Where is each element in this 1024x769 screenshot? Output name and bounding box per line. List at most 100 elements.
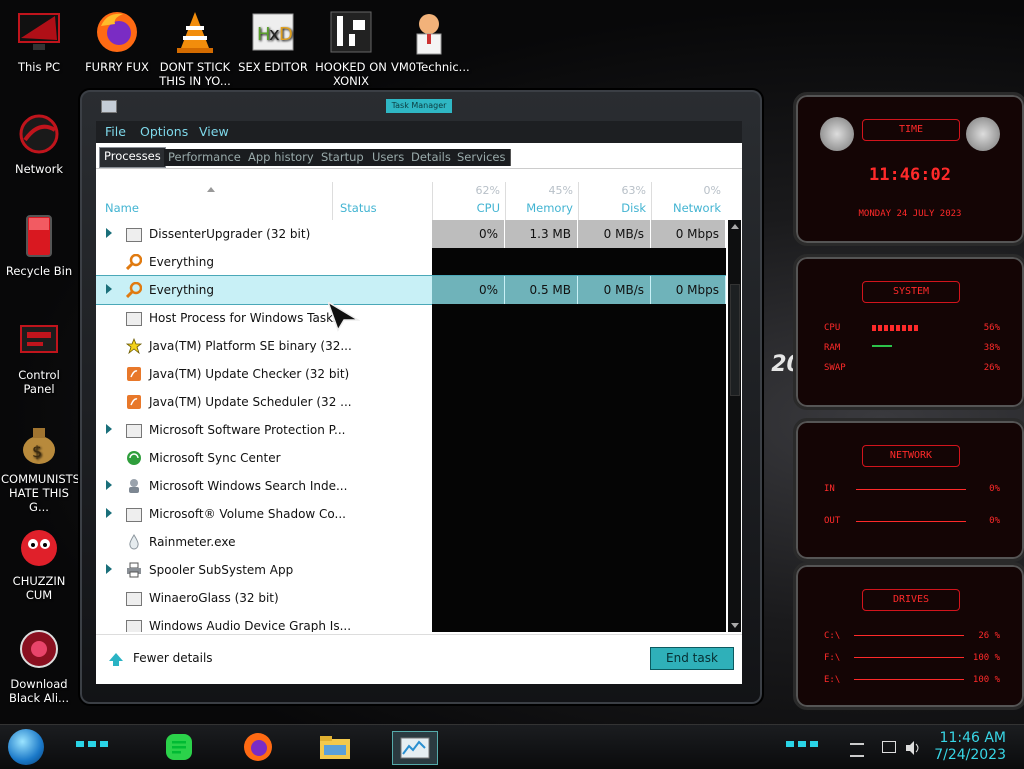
- java-update-icon: [126, 366, 142, 382]
- out-label: OUT: [824, 516, 841, 526]
- fewer-details-icon[interactable]: [108, 651, 124, 671]
- show-desktop-icon[interactable]: [850, 743, 864, 757]
- ram-bar: [872, 345, 892, 347]
- tab-users[interactable]: Users: [368, 149, 410, 166]
- svg-text:$: $: [32, 442, 42, 461]
- table-row[interactable]: Windows Audio Device Graph Is...: [96, 612, 726, 632]
- tab-startup[interactable]: Startup: [317, 149, 369, 166]
- money-bag-icon: $: [15, 420, 63, 468]
- volume-tray-icon[interactable]: [905, 740, 921, 759]
- cyan-lights-decoration: [786, 741, 822, 747]
- cpu-label: CPU: [824, 323, 841, 333]
- tab-details[interactable]: Details: [407, 149, 456, 166]
- table-row[interactable]: Everything: [96, 248, 726, 276]
- tab-services[interactable]: Services: [453, 149, 511, 166]
- table-row[interactable]: Microsoft Sync Center: [96, 444, 726, 472]
- chuzzle-icon: [15, 522, 63, 570]
- search-indexer-icon: [126, 478, 142, 494]
- disk-cell: 0 MB/s: [578, 220, 651, 248]
- taskbar: 11:46 AM 7/24/2023: [0, 724, 1024, 769]
- system-title: SYSTEM: [862, 281, 960, 303]
- expand-arrow-icon[interactable]: [106, 284, 112, 294]
- scroll-down-icon[interactable]: [731, 623, 739, 628]
- desktop-icon-dont-stick[interactable]: DONT STICK THIS IN YO...: [157, 8, 233, 88]
- menu-bar: File Options View: [96, 121, 742, 143]
- rainmeter-drives-widget: DRIVES C:\ 26 % F:\ 100 % E:\ 100 %: [793, 562, 1024, 710]
- vertical-scrollbar[interactable]: [728, 220, 741, 632]
- drive-f-bar: [854, 657, 964, 658]
- col-name[interactable]: Name: [96, 182, 332, 220]
- tab-performance[interactable]: Performance: [164, 149, 246, 166]
- table-row[interactable]: Host Process for Windows Tasks: [96, 304, 726, 332]
- desktop-icon-furry-fux[interactable]: FURRY FUX: [79, 8, 155, 74]
- vlc-cone-icon: [171, 8, 219, 56]
- expand-arrow-icon[interactable]: [106, 508, 112, 518]
- desktop-icon-download-black-alien[interactable]: Download Black Ali...: [1, 625, 77, 705]
- taskbar-clock[interactable]: 11:46 AM 7/24/2023: [934, 730, 1006, 764]
- table-row[interactable]: Java(TM) Platform SE binary (32...: [96, 332, 726, 360]
- desktop-icon-network[interactable]: Network: [1, 110, 77, 176]
- drives-title: DRIVES: [862, 589, 960, 611]
- drive-e-bar: [854, 679, 964, 680]
- taskbar-task-manager-icon[interactable]: [392, 731, 438, 765]
- printer-icon: [126, 562, 142, 578]
- java-update-icon: [126, 394, 142, 410]
- table-row[interactable]: Everything 0% 0.5 MB 0 MB/s 0 Mbps: [96, 275, 726, 305]
- table-row[interactable]: Java(TM) Update Scheduler (32 ...: [96, 388, 726, 416]
- task-manager-footer: Fewer details End task: [96, 634, 742, 684]
- tab-processes[interactable]: Processes: [99, 147, 166, 168]
- table-row[interactable]: WinaeroGlass (32 bit): [96, 584, 726, 612]
- out-graph: [856, 521, 966, 522]
- table-row[interactable]: Microsoft® Volume Shadow Co...: [96, 500, 726, 528]
- taskbar-notes-icon[interactable]: [162, 731, 196, 763]
- xonix-game-icon: [327, 8, 375, 56]
- start-orb-icon[interactable]: [8, 729, 44, 765]
- menu-options[interactable]: Options: [140, 124, 188, 139]
- scroll-up-icon[interactable]: [731, 224, 739, 229]
- network-tray-icon[interactable]: [882, 741, 896, 753]
- desktop-icon-chuzzin-cum[interactable]: CHUZZIN CUM: [1, 522, 77, 602]
- fewer-details-link[interactable]: Fewer details: [133, 651, 213, 665]
- desktop-icon-this-pc[interactable]: This PC: [1, 8, 77, 74]
- desktop-icon-vm0technic[interactable]: VM0Technic...: [391, 8, 470, 74]
- window-app-icon: [126, 312, 142, 326]
- window-title: Task Manager: [386, 99, 452, 113]
- expand-arrow-icon[interactable]: [106, 480, 112, 490]
- window-app-icon: [126, 228, 142, 242]
- control-panel-icon: [15, 316, 63, 364]
- col-disk[interactable]: 63% Disk: [578, 182, 652, 220]
- memory-cell: 1.3 MB: [505, 220, 578, 248]
- desktop-icon-hooked-on-xonix[interactable]: HOOKED ON XONIX: [313, 8, 389, 88]
- scroll-thumb[interactable]: [730, 284, 740, 396]
- col-network[interactable]: 0% Network: [651, 182, 727, 220]
- table-row[interactable]: Microsoft Software Protection P...: [96, 416, 726, 444]
- desktop-icon-sex-editor[interactable]: HxD SEX EDITOR: [235, 8, 311, 74]
- desktop-icon-recycle-bin[interactable]: Recycle Bin: [1, 212, 77, 278]
- col-status[interactable]: Status: [332, 182, 433, 220]
- end-task-button[interactable]: End task: [650, 647, 734, 670]
- expand-arrow-icon[interactable]: [106, 424, 112, 434]
- table-row[interactable]: Rainmeter.exe: [96, 528, 726, 556]
- menu-file[interactable]: File: [105, 124, 126, 139]
- table-row[interactable]: Java(TM) Update Checker (32 bit): [96, 360, 726, 388]
- expand-arrow-icon[interactable]: [106, 228, 112, 238]
- table-row[interactable]: Spooler SubSystem App: [96, 556, 726, 584]
- col-cpu[interactable]: 62% CPU: [432, 182, 506, 220]
- col-memory[interactable]: 45% Memory: [505, 182, 579, 220]
- menu-view[interactable]: View: [199, 124, 229, 139]
- tab-app-history[interactable]: App history: [244, 149, 319, 166]
- memory-cell: 0.5 MB: [505, 276, 578, 304]
- expand-arrow-icon[interactable]: [106, 564, 112, 574]
- table-row[interactable]: Microsoft Windows Search Inde...: [96, 472, 726, 500]
- drive-c-label: C:\: [824, 631, 841, 641]
- desktop-icon-control-panel[interactable]: Control Panel: [1, 316, 77, 396]
- rainmeter-network-widget: NETWORK IN 0% OUT 0%: [793, 418, 1024, 562]
- window-app-icon: [126, 592, 142, 606]
- rm-date: MONDAY 24 JULY 2023: [858, 209, 962, 219]
- table-row[interactable]: DissenterUpgrader (32 bit) 0% 1.3 MB 0 MB/…: [96, 220, 726, 248]
- alien-head-icon: [820, 117, 854, 151]
- taskbar-firefox-icon[interactable]: [241, 731, 275, 763]
- taskbar-file-explorer-icon[interactable]: [318, 731, 352, 763]
- desktop-icon-communists[interactable]: $ COMMUNISTS HATE THIS G...: [1, 420, 80, 514]
- cyan-lights-decoration: [76, 741, 112, 747]
